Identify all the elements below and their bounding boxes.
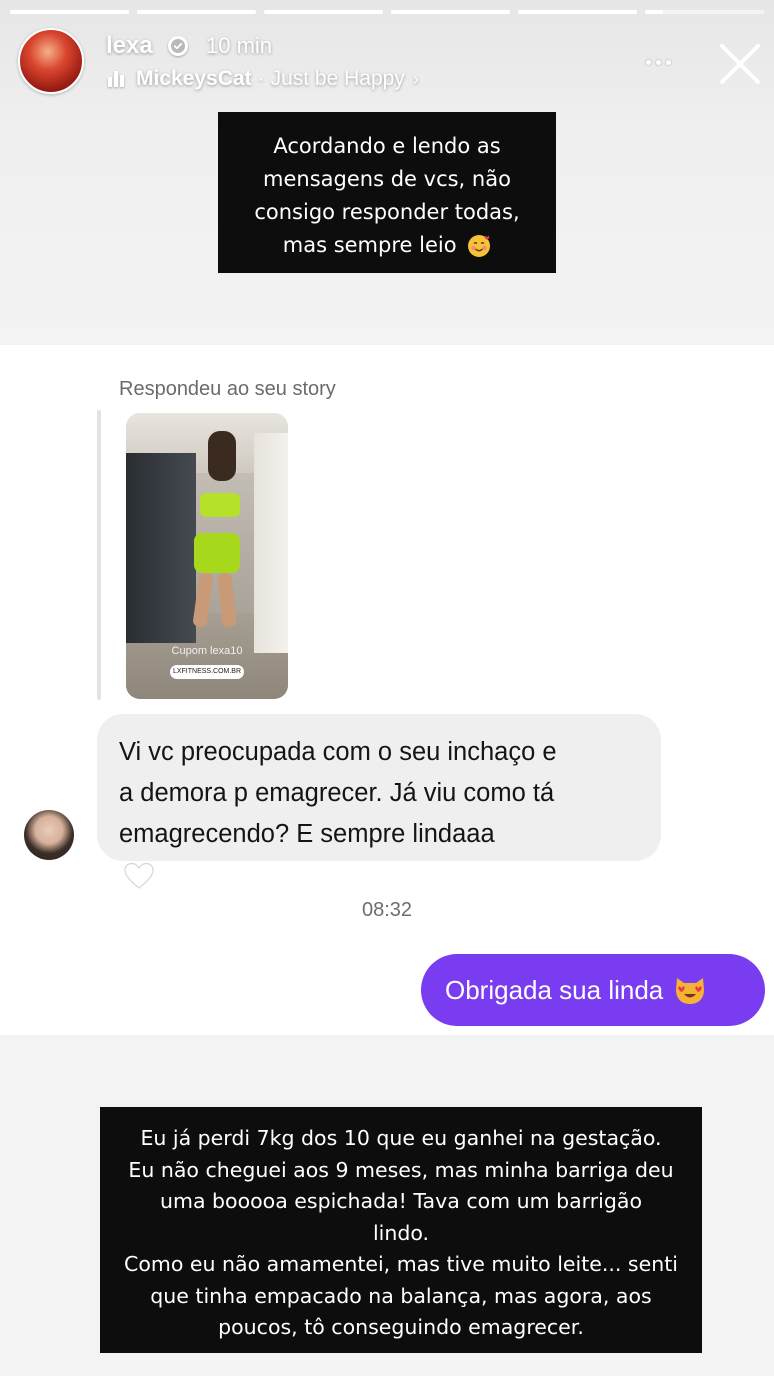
incoming-message-line: a demora p emagrecer. Já viu como tá <box>119 779 555 807</box>
post-time: 10 min <box>206 33 273 58</box>
story-progress-segment <box>391 10 510 14</box>
story-progress-fill <box>645 10 663 14</box>
story-progress-segment <box>645 10 764 14</box>
username[interactable]: lexa <box>106 32 153 60</box>
story-progress-fill <box>391 10 510 14</box>
story-progress-fill <box>137 10 256 14</box>
caption-top-line: mas sempre leio <box>282 233 457 257</box>
caption-bottom-line: lindo. <box>372 1220 430 1245</box>
music-song: Just be Happy <box>270 67 405 90</box>
white-heart-icon <box>124 863 154 890</box>
caption-bottom-line: que tinha empacado na balança, mas agora… <box>150 1283 652 1308</box>
caption-bottom-line: Eu não cheguei aos 9 meses, mas minha ba… <box>128 1157 674 1182</box>
story-progress-segment <box>10 10 129 14</box>
music-attribution[interactable]: MickeysCat · Just be Happy › <box>108 66 419 92</box>
story-progress-segment <box>264 10 383 14</box>
chevron-right-icon: › <box>412 68 419 89</box>
caption-bottom: Eu já perdi 7kg dos 10 que eu ganhei na … <box>100 1107 702 1353</box>
sender-avatar[interactable] <box>24 810 74 860</box>
caption-top-line: consigo responder todas, <box>254 200 520 224</box>
caption-bottom-line: poucos, tô conseguindo emagrecer. <box>218 1315 584 1339</box>
replied-story-preview[interactable]: Cupom lexa10 LXFITNESS.COM.BR <box>126 413 288 699</box>
incoming-message-line: emagrecendo? E sempre lindaaa <box>119 820 495 848</box>
story-progress-segment <box>137 10 256 14</box>
verified-badge-icon <box>168 36 188 56</box>
story-progress-fill <box>518 10 637 14</box>
incoming-message-line: Vi vc preocupada com o seu inchaço e <box>119 738 557 766</box>
outgoing-message-text: Obrigada sua linda <box>445 974 664 1005</box>
story-progress-bar <box>10 10 764 14</box>
story-link-sticker[interactable]: LXFITNESS.COM.BR <box>170 665 244 679</box>
music-bars-icon <box>108 71 124 87</box>
caption-top-line: mensagens de vcs, não <box>263 167 511 191</box>
story-progress-fill <box>10 10 129 14</box>
incoming-message-line-last: emagrecendo? E sempre lindaaa <box>119 814 641 896</box>
heart-eyes-cat-icon <box>676 978 705 1004</box>
story-progress-segment <box>518 10 637 14</box>
story-progress-fill <box>264 10 383 14</box>
caption-top: Acordando e lendo as mensagens de vcs, n… <box>218 112 556 273</box>
chat-screenshot-area <box>0 345 774 1035</box>
caption-top-line-last: mas sempre leio <box>228 229 546 262</box>
incoming-message-bubble: Vi vc preocupada com o seu inchaço e a d… <box>97 714 661 890</box>
outgoing-message-bubble: Obrigada sua linda <box>421 954 765 1026</box>
profile-avatar[interactable] <box>18 28 84 94</box>
caption-bottom-line: Como eu não amamentei, mas tive muito le… <box>124 1252 678 1276</box>
caption-bottom-line: Eu já perdi 7kg dos 10 que eu ganhei na … <box>140 1126 662 1150</box>
caption-bottom-line: uma booooa espichada! Tava com um barrig… <box>159 1189 642 1213</box>
reply-indicator-bar <box>97 410 101 700</box>
reply-label: Respondeu ao seu story <box>119 378 336 400</box>
story-coupon-text: Cupom lexa10 <box>171 645 243 657</box>
message-timestamp: 08:32 <box>361 899 413 921</box>
music-separator: · <box>257 67 265 90</box>
close-icon[interactable] <box>714 38 766 90</box>
smiling-face-with-hearts-icon <box>467 234 491 258</box>
caption-top-line: Acordando e lendo as <box>273 134 501 158</box>
music-artist: MickeysCat <box>136 67 252 90</box>
more-options-icon[interactable] <box>636 44 680 80</box>
